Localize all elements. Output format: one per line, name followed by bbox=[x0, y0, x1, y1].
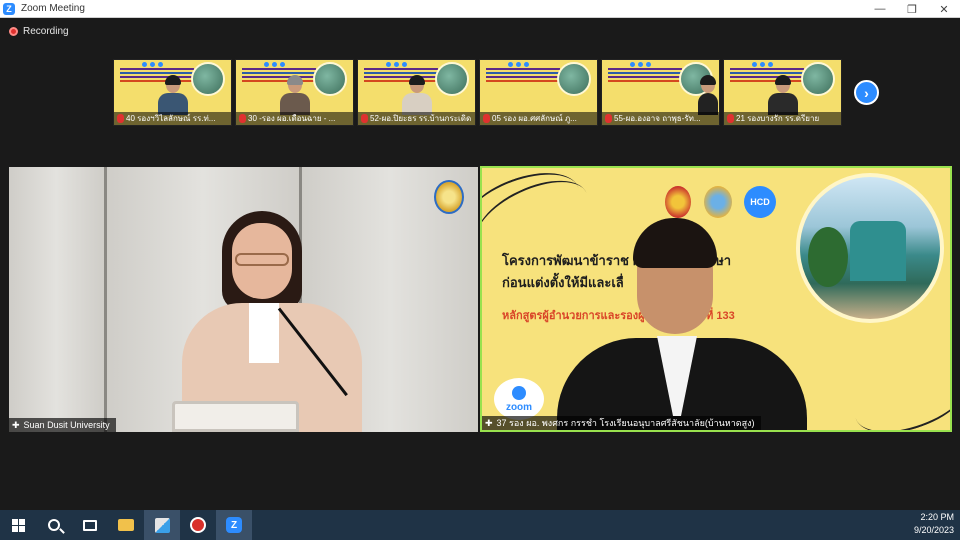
participant-video bbox=[698, 75, 718, 115]
next-page-button[interactable]: › bbox=[854, 80, 879, 105]
slide-logos bbox=[264, 62, 285, 67]
slide-building-image bbox=[191, 62, 225, 96]
slide-logos bbox=[142, 62, 163, 67]
window-titlebar: Z Zoom Meeting — ❐ ✕ bbox=[0, 0, 960, 18]
participant-thumbnail[interactable]: 30 -รอง ผอ.เดือนฉาย - ... bbox=[235, 59, 354, 126]
participant-namebar: 30 -รอง ผอ.เดือนฉาย - ... bbox=[236, 112, 353, 125]
university-logo-icon bbox=[704, 186, 732, 218]
campus-building-image bbox=[796, 173, 944, 323]
main-video-right-active-speaker[interactable]: HCD โครงการพัฒนาข้าราช การทางการศึกษา ก่… bbox=[480, 166, 952, 432]
participant-name: 21 รองบางรัก รร.ดรียาย bbox=[736, 114, 820, 123]
participant-thumbnail[interactable]: 21 รองบางรัก รร.ดรียาย bbox=[723, 59, 842, 126]
zoom-logo-icon: zoom bbox=[494, 378, 544, 420]
participant-name: 55-ผอ.องอาจ ถาพุธ-รัท... bbox=[614, 114, 701, 123]
presenter-video bbox=[177, 211, 377, 432]
slide-logos bbox=[630, 62, 651, 67]
search-icon bbox=[48, 519, 60, 531]
mic-muted-icon bbox=[361, 114, 368, 123]
hcd-logo-icon: HCD bbox=[744, 186, 776, 218]
decorative-swirl bbox=[845, 349, 950, 430]
minimize-button[interactable]: — bbox=[864, 0, 896, 18]
zoom-app-icon: Z bbox=[3, 2, 15, 15]
recording-dot-icon bbox=[9, 27, 18, 36]
video-namebar: ✚ 37 รอง ผอ. พงศกร กรรชำ โรงเรียนอนุบาลศ… bbox=[482, 416, 761, 430]
taskbar-clock[interactable]: 2:20 PM 9/20/2023 bbox=[914, 511, 954, 537]
participant-thumbnail[interactable]: 40 รองฯวิไลลักษณ์ รร.ท่... bbox=[113, 59, 232, 126]
video-namebar: ✚ Suan Dusit University bbox=[9, 418, 116, 432]
taskbar-search-button[interactable] bbox=[36, 510, 72, 540]
backdrop-panel bbox=[9, 167, 104, 432]
slide-banner bbox=[730, 68, 804, 70]
mic-muted-icon bbox=[605, 114, 612, 123]
zoom-icon: Z bbox=[226, 517, 242, 533]
mic-muted-icon bbox=[727, 114, 734, 123]
taskbar-zoom-button[interactable]: Z bbox=[216, 510, 252, 540]
participant-name: 05 รอง ผอ.ศศลักษณ์ ภู... bbox=[492, 114, 577, 123]
taskbar-red-app-button[interactable] bbox=[180, 510, 216, 540]
taskbar-app-button[interactable] bbox=[144, 510, 180, 540]
participant-video bbox=[402, 75, 432, 115]
slide-banner bbox=[364, 68, 438, 70]
window-title: Zoom Meeting bbox=[21, 3, 85, 14]
participant-namebar: 40 รองฯวิไลลักษณ์ รร.ท่... bbox=[114, 112, 231, 125]
participant-video bbox=[768, 75, 798, 115]
task-view-icon bbox=[83, 519, 97, 531]
start-button[interactable] bbox=[0, 510, 36, 540]
windows-logo-icon bbox=[11, 518, 25, 532]
mic-muted-icon bbox=[483, 114, 490, 123]
slide-banner bbox=[242, 68, 316, 70]
slide-logos bbox=[508, 62, 529, 67]
university-logo-icon bbox=[434, 180, 464, 214]
participant-video bbox=[280, 75, 310, 115]
task-view-button[interactable] bbox=[72, 510, 108, 540]
pin-icon: ✚ bbox=[485, 418, 493, 428]
participant-video bbox=[158, 75, 188, 115]
slide-banner bbox=[608, 68, 682, 70]
participant-thumbnail[interactable]: 52-ผอ.ปิยะธร รร.บ้านกระเดิด bbox=[357, 59, 476, 126]
tablet-device bbox=[172, 401, 299, 432]
window-controls: — ❐ ✕ bbox=[864, 0, 960, 18]
camera-icon bbox=[512, 385, 526, 400]
maximize-button[interactable]: ❐ bbox=[896, 0, 928, 18]
mic-muted-icon bbox=[117, 114, 124, 123]
participant-name: 30 -รอง ผอ.เดือนฉาย - ... bbox=[248, 114, 336, 123]
file-explorer-button[interactable] bbox=[108, 510, 144, 540]
mic-muted-icon bbox=[239, 114, 246, 123]
windows-taskbar: Z bbox=[0, 510, 960, 540]
participant-thumbnail[interactable]: 05 รอง ผอ.ศศลักษณ์ ภู... bbox=[479, 59, 598, 126]
recording-label: Recording bbox=[23, 26, 69, 37]
video-participant-name: Suan Dusit University bbox=[23, 420, 110, 430]
participant-namebar: 52-ผอ.ปิยะธร รร.บ้านกระเดิด bbox=[358, 112, 475, 125]
participant-namebar: 21 รองบางรัก รร.ดรียาย bbox=[724, 112, 841, 125]
ministry-logo-icon bbox=[665, 186, 691, 218]
slide-building-image bbox=[801, 62, 835, 96]
participant-name: 52-ผอ.ปิยะธร รร.บ้านกระเดิด bbox=[370, 114, 472, 123]
recording-indicator[interactable]: Recording bbox=[9, 26, 69, 37]
pin-icon: ✚ bbox=[12, 420, 20, 430]
slide-banner bbox=[486, 68, 560, 70]
participant-namebar: 05 รอง ผอ.ศศลักษณ์ ภู... bbox=[480, 112, 597, 125]
main-video-left[interactable]: ✚ Suan Dusit University bbox=[9, 167, 478, 432]
participant-thumbnail[interactable]: 55-ผอ.องอาจ ถาพุธ-รัท... bbox=[601, 59, 720, 126]
slide-building-image bbox=[313, 62, 347, 96]
slide-building-image bbox=[557, 62, 591, 96]
participant-name: 40 รองฯวิไลลักษณ์ รร.ท่... bbox=[126, 114, 216, 123]
app-icon bbox=[154, 517, 170, 533]
red-app-icon bbox=[190, 517, 206, 533]
slide-building-image bbox=[435, 62, 469, 96]
zoom-logo-text: zoom bbox=[505, 401, 533, 413]
slide-logos bbox=[386, 62, 407, 67]
presenter-video bbox=[557, 218, 817, 430]
clock-time: 2:20 PM bbox=[920, 512, 954, 522]
clock-date: 9/20/2023 bbox=[913, 525, 954, 535]
close-button[interactable]: ✕ bbox=[928, 0, 960, 18]
folder-icon bbox=[118, 519, 134, 531]
slide-banner bbox=[120, 68, 194, 70]
slide-logos bbox=[752, 62, 773, 67]
participant-namebar: 55-ผอ.องอาจ ถาพุธ-รัท... bbox=[602, 112, 719, 125]
video-participant-name: 37 รอง ผอ. พงศกร กรรชำ โรงเรียนอนุบาลศรี… bbox=[496, 418, 755, 428]
